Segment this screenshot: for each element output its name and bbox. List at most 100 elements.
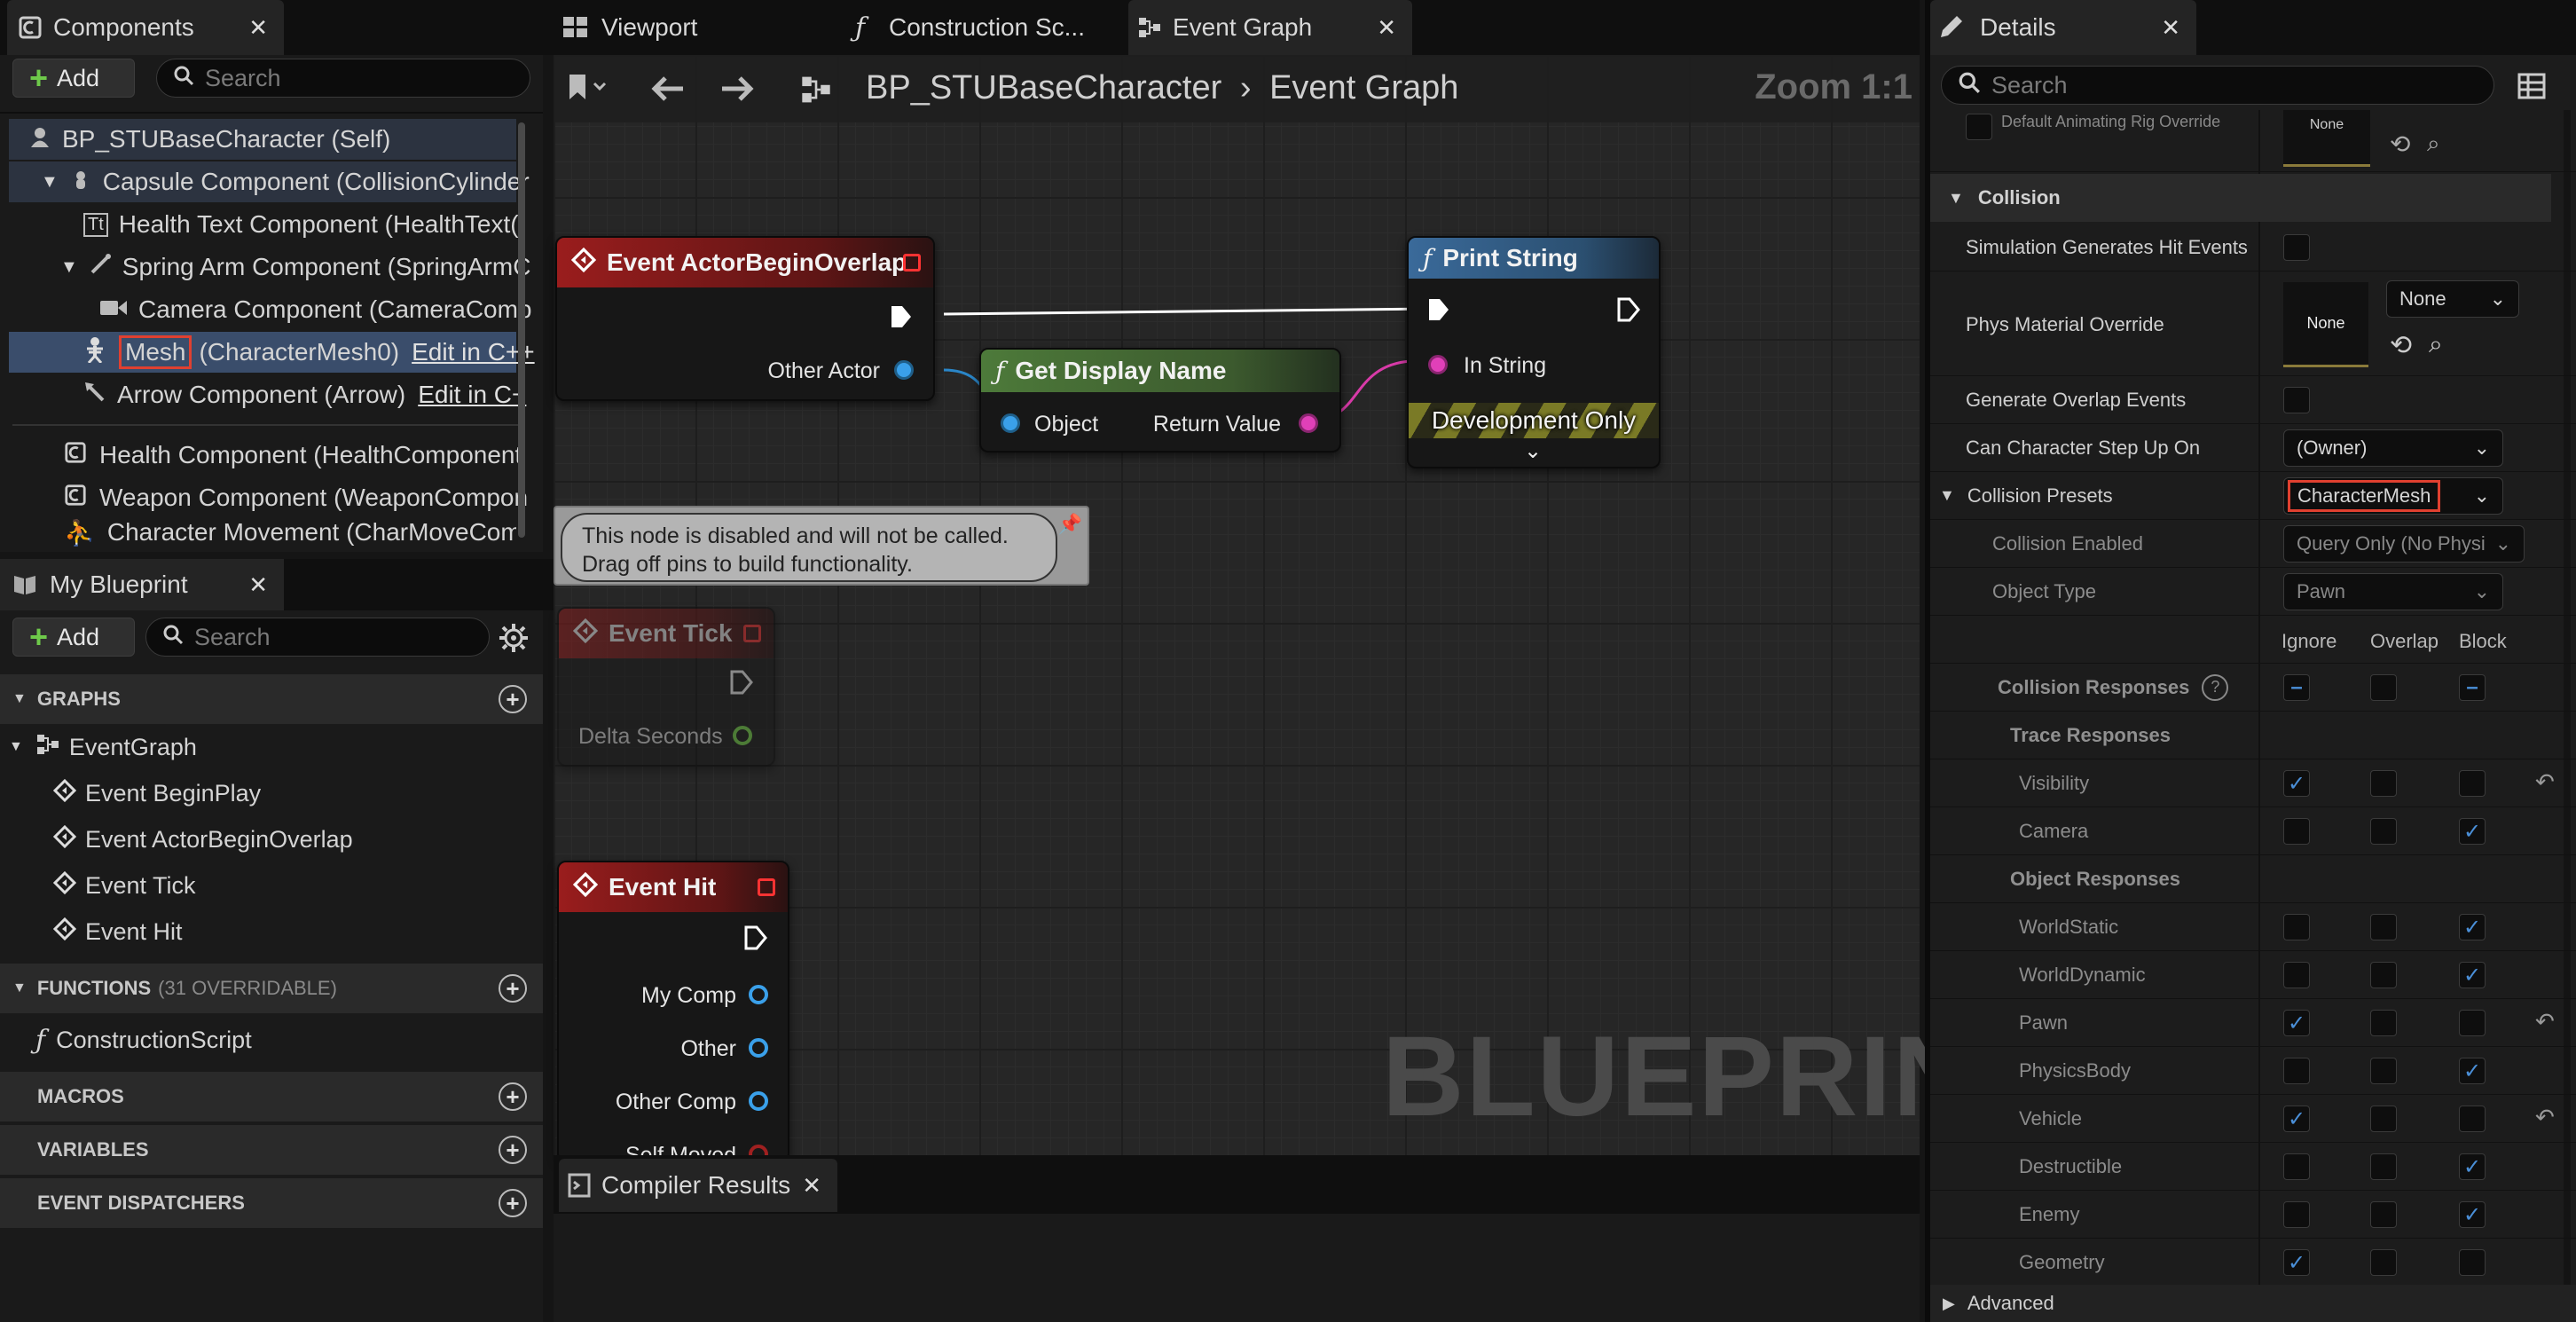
ignore-checkbox[interactable] <box>2283 914 2310 940</box>
tree-item-health-text[interactable]: Tt Health Text Component (HealthText( <box>9 204 519 245</box>
exec-in-pin[interactable] <box>1426 296 1451 327</box>
overlap-checkbox[interactable] <box>2370 962 2397 988</box>
graphs-section[interactable]: ▼ GRAPHS + <box>0 674 543 724</box>
reset-to-default-icon[interactable]: ↶ <box>2535 1104 2555 1131</box>
my-comp-pin[interactable] <box>749 985 768 1004</box>
ignore-checkbox[interactable] <box>2283 818 2310 845</box>
table-view-icon[interactable] <box>2517 73 2546 104</box>
delegate-pin-icon[interactable] <box>903 254 921 271</box>
tree-item-arrow[interactable]: Arrow Component (Arrow) Edit in C+ <box>9 374 526 415</box>
expand-chevron-icon[interactable]: ⌄ <box>1524 438 1542 464</box>
ignore-checkbox[interactable] <box>2283 962 2310 988</box>
node-event-tick[interactable]: Event Tick Delta Seconds <box>557 607 775 767</box>
exec-out-pin[interactable] <box>889 303 914 334</box>
variables-section[interactable]: VARIABLES + <box>0 1125 543 1175</box>
close-icon[interactable]: ✕ <box>248 571 268 599</box>
dispatchers-section[interactable]: EVENT DISPATCHERS + <box>0 1178 543 1228</box>
overlap-checkbox[interactable] <box>2370 1249 2397 1276</box>
ignore-all-checkbox[interactable]: – <box>2283 674 2310 701</box>
tree-item-self[interactable]: BP_STUBaseCharacter (Self) <box>9 119 516 160</box>
object-type-dropdown[interactable]: Pawn ⌄ <box>2283 573 2503 610</box>
event-item-actorbeginoverlap[interactable]: Event ActorBeginOverlap <box>52 818 353 861</box>
event-graph-canvas[interactable]: BP_STUBaseCharacter › Event Graph Zoom 1… <box>554 55 2046 1168</box>
block-checkbox[interactable]: ✓ <box>2459 1201 2486 1228</box>
components-search-input[interactable] <box>205 64 530 92</box>
overlap-checkbox[interactable] <box>2370 818 2397 845</box>
block-checkbox[interactable]: ✓ <box>2459 1153 2486 1180</box>
close-icon[interactable]: ✕ <box>248 14 268 42</box>
components-scrollbar[interactable] <box>518 122 525 538</box>
macros-section[interactable]: MACROS + <box>0 1072 543 1121</box>
edit-in-cpp-link[interactable]: Edit in C++ <box>412 338 535 366</box>
block-checkbox[interactable] <box>2459 1249 2486 1276</box>
block-checkbox[interactable]: ✓ <box>2459 818 2486 845</box>
details-search[interactable] <box>1941 66 2494 105</box>
tab-viewport[interactable]: Viewport <box>554 0 829 55</box>
ignore-checkbox[interactable] <box>2283 1058 2310 1084</box>
overlap-checkbox[interactable] <box>2370 1106 2397 1132</box>
add-blueprint-member-button[interactable]: + Add <box>12 618 135 657</box>
browse-icon[interactable]: ⌕ <box>2427 130 2440 158</box>
ignore-checkbox[interactable]: ✓ <box>2283 1106 2310 1132</box>
pin-icon[interactable]: 📌 <box>1058 513 1082 536</box>
block-all-checkbox[interactable]: – <box>2459 674 2486 701</box>
tree-item-health-component[interactable]: Health Component (HealthComponent <box>9 435 522 476</box>
overlap-checkbox[interactable] <box>2370 1058 2397 1084</box>
overlap-checkbox[interactable] <box>2370 770 2397 797</box>
add-graph-icon[interactable]: + <box>499 685 527 713</box>
phys-material-dropdown[interactable]: None ⌄ <box>2386 280 2519 318</box>
tree-item-camera[interactable]: Camera Component (CameraComp <box>9 289 532 330</box>
reset-to-default-icon[interactable]: ↶ <box>2535 768 2555 796</box>
block-checkbox[interactable] <box>2459 770 2486 797</box>
functions-section[interactable]: ▼ FUNCTIONS (31 OVERRIDABLE) + <box>0 964 543 1013</box>
ignore-checkbox[interactable] <box>2283 1201 2310 1228</box>
tree-item-character-movement[interactable]: ⛹ Character Movement (CharMoveComp <box>9 518 516 552</box>
overlap-events-checkbox[interactable] <box>2283 387 2310 413</box>
ignore-checkbox[interactable]: ✓ <box>2283 770 2310 797</box>
components-search[interactable] <box>156 59 530 98</box>
tab-components[interactable]: Components ✕ <box>7 0 284 55</box>
overlap-all-checkbox[interactable] <box>2370 674 2397 701</box>
block-checkbox[interactable] <box>2459 1010 2486 1036</box>
use-selected-icon[interactable]: ⟲ <box>2390 130 2410 159</box>
overlap-checkbox[interactable] <box>2370 914 2397 940</box>
ignore-checkbox[interactable]: ✓ <box>2283 1010 2310 1036</box>
delegate-pin-icon[interactable] <box>758 878 775 896</box>
delegate-pin-icon[interactable] <box>743 625 761 642</box>
tree-item-capsule[interactable]: ▼ Capsule Component (CollisionCylinder <box>9 161 530 202</box>
collision-presets-dropdown[interactable]: CharacterMesh ⌄ <box>2283 477 2503 515</box>
event-item-tick[interactable]: Event Tick <box>52 864 196 907</box>
add-variable-icon[interactable]: + <box>499 1136 527 1164</box>
event-item-beginplay[interactable]: Event BeginPlay <box>52 772 261 814</box>
overlap-checkbox[interactable] <box>2370 1010 2397 1036</box>
use-selected-icon[interactable]: ⟲ <box>2390 330 2412 361</box>
add-macro-icon[interactable]: + <box>499 1082 527 1111</box>
node-event-hit[interactable]: Event Hit My Comp Other Other Comp Self … <box>557 861 789 1168</box>
block-checkbox[interactable]: ✓ <box>2459 914 2486 940</box>
node-print-string[interactable]: ƒ Print String In String Development Onl… <box>1407 236 1661 468</box>
event-item-hit[interactable]: Event Hit <box>52 910 183 953</box>
exec-out-pin[interactable] <box>1616 296 1641 327</box>
other-actor-pin[interactable] <box>894 360 914 380</box>
other-comp-pin[interactable] <box>749 1091 768 1111</box>
exec-out-pin[interactable] <box>743 925 768 956</box>
step-up-dropdown[interactable]: (Owner) ⌄ <box>2283 429 2503 467</box>
collision-section-header[interactable]: ▼ Collision <box>1930 174 2551 222</box>
tree-item-mesh[interactable]: Mesh (CharacterMesh0) Edit in C++ <box>9 332 535 373</box>
block-checkbox[interactable] <box>2459 1106 2486 1132</box>
sim-hit-events-checkbox[interactable] <box>2283 234 2310 261</box>
add-component-button[interactable]: + Add <box>12 59 135 98</box>
object-pin[interactable] <box>1001 413 1020 433</box>
close-icon[interactable]: ✕ <box>2161 14 2180 42</box>
tab-details[interactable]: Details ✕ <box>1930 0 2196 55</box>
other-pin[interactable] <box>749 1038 768 1058</box>
rig-thumbnail[interactable]: None <box>2283 110 2370 167</box>
add-dispatcher-icon[interactable]: + <box>499 1189 527 1217</box>
add-function-icon[interactable]: + <box>499 974 527 1003</box>
details-search-input[interactable] <box>1991 71 2494 99</box>
tab-event-graph[interactable]: Event Graph ✕ <box>1128 0 1412 55</box>
my-blueprint-search-input[interactable] <box>194 623 489 651</box>
block-checkbox[interactable]: ✓ <box>2459 1058 2486 1084</box>
block-checkbox[interactable]: ✓ <box>2459 962 2486 988</box>
tree-item-spring-arm[interactable]: ▼ Spring Arm Component (SpringArmC <box>9 247 530 287</box>
